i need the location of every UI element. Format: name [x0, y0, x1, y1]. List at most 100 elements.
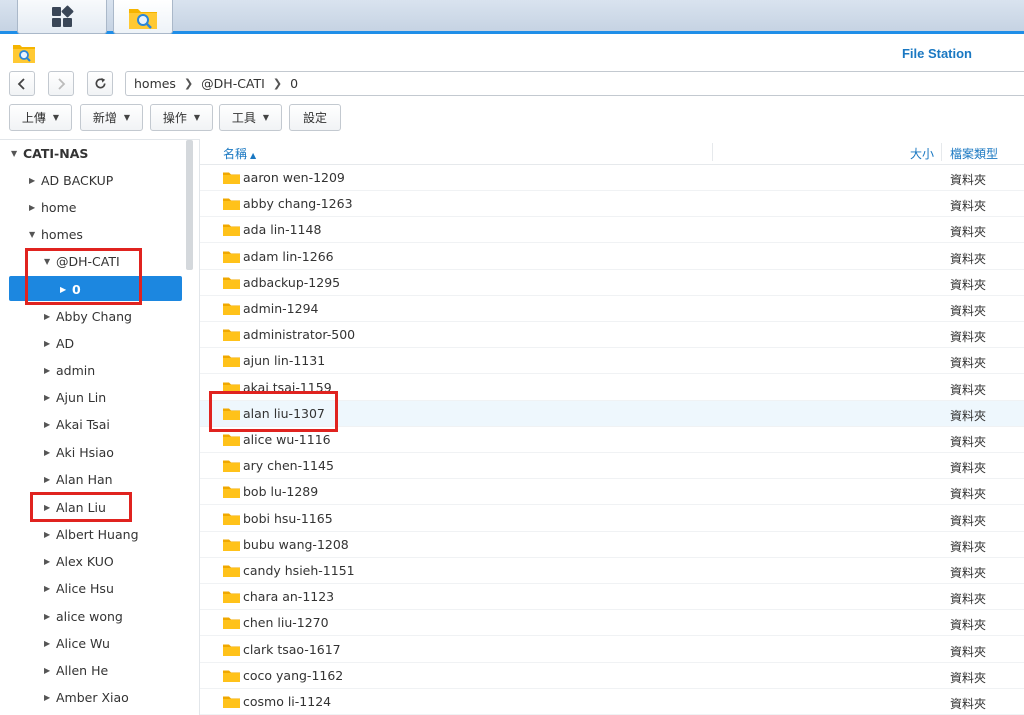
file-type: 資料夾 [950, 435, 987, 449]
table-row[interactable]: adam lin-1266 資料夾 [200, 244, 1024, 270]
back-button[interactable] [9, 71, 35, 96]
breadcrumb-current[interactable]: 0 [290, 76, 298, 91]
action-button[interactable]: 操作 ▼ [150, 104, 213, 131]
tree-item-alice-wu[interactable]: ▶ Alice Wu [44, 632, 110, 654]
tree-item-home[interactable]: ▶ home [29, 196, 76, 218]
file-station-app-icon [13, 45, 35, 63]
collapsed-arrow-icon[interactable]: ▶ [44, 557, 56, 566]
forward-button[interactable] [48, 71, 74, 96]
table-row[interactable]: ada lin-1148 資料夾 [200, 217, 1024, 244]
collapsed-arrow-icon[interactable]: ▶ [44, 693, 56, 702]
breadcrumb-homes[interactable]: homes [134, 76, 176, 91]
tree-item-amber-xiao[interactable]: ▶ Amber Xiao [44, 686, 129, 708]
collapsed-arrow-icon[interactable]: ▶ [44, 584, 56, 593]
path-bar[interactable]: homes ❯ @DH-CATI ❯ 0 [125, 71, 1024, 96]
collapsed-arrow-icon[interactable]: ▶ [44, 448, 56, 457]
tools-button[interactable]: 工具 ▼ [219, 104, 282, 131]
file-station-task-button[interactable] [113, 0, 173, 34]
file-name: abby chang-1263 [243, 196, 353, 212]
column-type-header[interactable]: 檔案類型 [950, 145, 998, 162]
tree-item-alice-wong[interactable]: ▶ alice wong [44, 605, 123, 627]
tree-item-ad[interactable]: ▶ AD [44, 332, 74, 354]
tools-label: 工具 [231, 111, 256, 125]
folder-icon [223, 354, 240, 368]
folder-icon [223, 433, 240, 446]
table-row[interactable]: cosmo li-1124 資料夾 [200, 689, 1024, 715]
file-name: alice wu-1116 [243, 432, 331, 447]
table-row[interactable]: clark tsao-1617 資料夾 [200, 637, 1024, 663]
collapsed-arrow-icon[interactable]: ▶ [44, 420, 56, 429]
tree-item-albert-huang[interactable]: ▶ Albert Huang [44, 523, 139, 545]
folder-icon [223, 643, 240, 656]
tree-item-alan-han[interactable]: ▶ Alan Han [44, 468, 113, 490]
file-type: 資料夾 [950, 539, 987, 554]
tree-item-akai-tsai[interactable]: ▶ Akai Tsai [44, 413, 110, 435]
file-type: 資料夾 [950, 199, 987, 214]
collapsed-arrow-icon[interactable]: ▶ [44, 475, 56, 484]
breadcrumb-dh-cati[interactable]: @DH-CATI [201, 76, 265, 91]
collapsed-arrow-icon[interactable]: ▶ [44, 366, 56, 375]
tree-item-abby-chang[interactable]: ▶ Abby Chang [44, 305, 132, 327]
upload-label: 上傳 [21, 111, 46, 125]
column-divider[interactable] [941, 143, 942, 161]
tree-item-label: AD [56, 335, 75, 351]
table-row[interactable]: aaron wen-1209 資料夾 [200, 165, 1024, 191]
column-name-header[interactable]: 名稱 ▲ [223, 145, 256, 162]
collapsed-arrow-icon[interactable]: ▶ [29, 203, 41, 212]
file-type: 資料夾 [950, 618, 987, 633]
refresh-button[interactable] [87, 71, 113, 96]
table-row[interactable]: coco yang-1162 資料夾 [200, 663, 1024, 689]
tree-item-homes[interactable]: ▼ homes [29, 223, 83, 245]
collapsed-arrow-icon[interactable]: ▶ [29, 176, 41, 185]
file-type: 資料夾 [950, 566, 987, 580]
folder-icon [223, 171, 240, 184]
table-row[interactable]: bobi hsu-1165 資料夾 [200, 506, 1024, 532]
tree-item-admin[interactable]: ▶ admin [44, 359, 95, 381]
table-row[interactable]: bob lu-1289 資料夾 [200, 479, 1024, 506]
tree-item-label: homes [41, 226, 83, 242]
tree-item-ad-backup[interactable]: ▶ AD BACKUP [29, 169, 113, 191]
collapsed-arrow-icon[interactable]: ▶ [44, 312, 56, 321]
collapsed-arrow-icon[interactable]: ▶ [44, 666, 56, 675]
tree-item-aki-hsiao[interactable]: ▶ Aki Hsiao [44, 441, 114, 463]
table-row[interactable]: administrator-500 資料夾 [200, 322, 1024, 349]
create-button[interactable]: 新增 ▼ [80, 104, 143, 131]
tree-item-allen-he[interactable]: ▶ Allen He [44, 659, 108, 681]
table-row[interactable]: abby chang-1263 資料夾 [200, 191, 1024, 218]
collapsed-arrow-icon[interactable]: ▶ [44, 530, 56, 539]
column-divider[interactable] [712, 143, 713, 161]
collapsed-arrow-icon[interactable]: ▶ [44, 393, 56, 402]
file-type: 資料夾 [950, 173, 987, 187]
expanded-arrow-icon[interactable]: ▼ [11, 149, 23, 158]
table-row[interactable]: chen liu-1270 資料夾 [200, 610, 1024, 637]
table-row[interactable]: adbackup-1295 資料夾 [200, 270, 1024, 296]
table-row[interactable]: ary chen-1145 資料夾 [200, 453, 1024, 480]
file-type: 資料夾 [950, 408, 987, 423]
collapsed-arrow-icon[interactable]: ▶ [44, 612, 56, 621]
settings-button[interactable]: 設定 [289, 104, 341, 131]
tree-item-alex-kuo[interactable]: ▶ Alex KUO [44, 550, 114, 572]
file-type: 資料夾 [950, 251, 987, 266]
table-row[interactable]: admin-1294 資料夾 [200, 296, 1024, 322]
tree-root-cati-nas[interactable]: ▼ CATI-NAS [11, 142, 88, 164]
tree-item-ajun-lin[interactable]: ▶ Ajun Lin [44, 386, 106, 408]
collapsed-arrow-icon[interactable]: ▶ [44, 339, 56, 348]
breadcrumb-separator-icon: ❯ [272, 77, 283, 90]
table-row[interactable]: ajun lin-1131 資料夾 [200, 348, 1024, 375]
column-size-header[interactable]: 大小 [910, 145, 934, 162]
collapsed-arrow-icon[interactable]: ▶ [44, 639, 56, 648]
expanded-arrow-icon[interactable]: ▼ [29, 230, 41, 239]
tree-item-label: Ajun Lin [56, 389, 107, 405]
upload-button[interactable]: 上傳 ▼ [9, 104, 72, 131]
tree-item-label: Alice Hsu [56, 580, 114, 596]
main-menu-button[interactable] [17, 0, 107, 34]
tree-root-label: CATI-NAS [23, 145, 89, 161]
table-row[interactable]: bubu wang-1208 資料夾 [200, 532, 1024, 558]
file-type: 資料夾 [950, 487, 987, 502]
tree-scrollbar[interactable] [186, 140, 193, 270]
window-titlebar: File Station [0, 37, 1024, 69]
tree-item-alice-hsu[interactable]: ▶ Alice Hsu [44, 577, 114, 599]
tree-item-label: home [41, 199, 77, 215]
table-row[interactable]: chara an-1123 資料夾 [200, 584, 1024, 611]
table-row[interactable]: candy hsieh-1151 資料夾 [200, 558, 1024, 584]
